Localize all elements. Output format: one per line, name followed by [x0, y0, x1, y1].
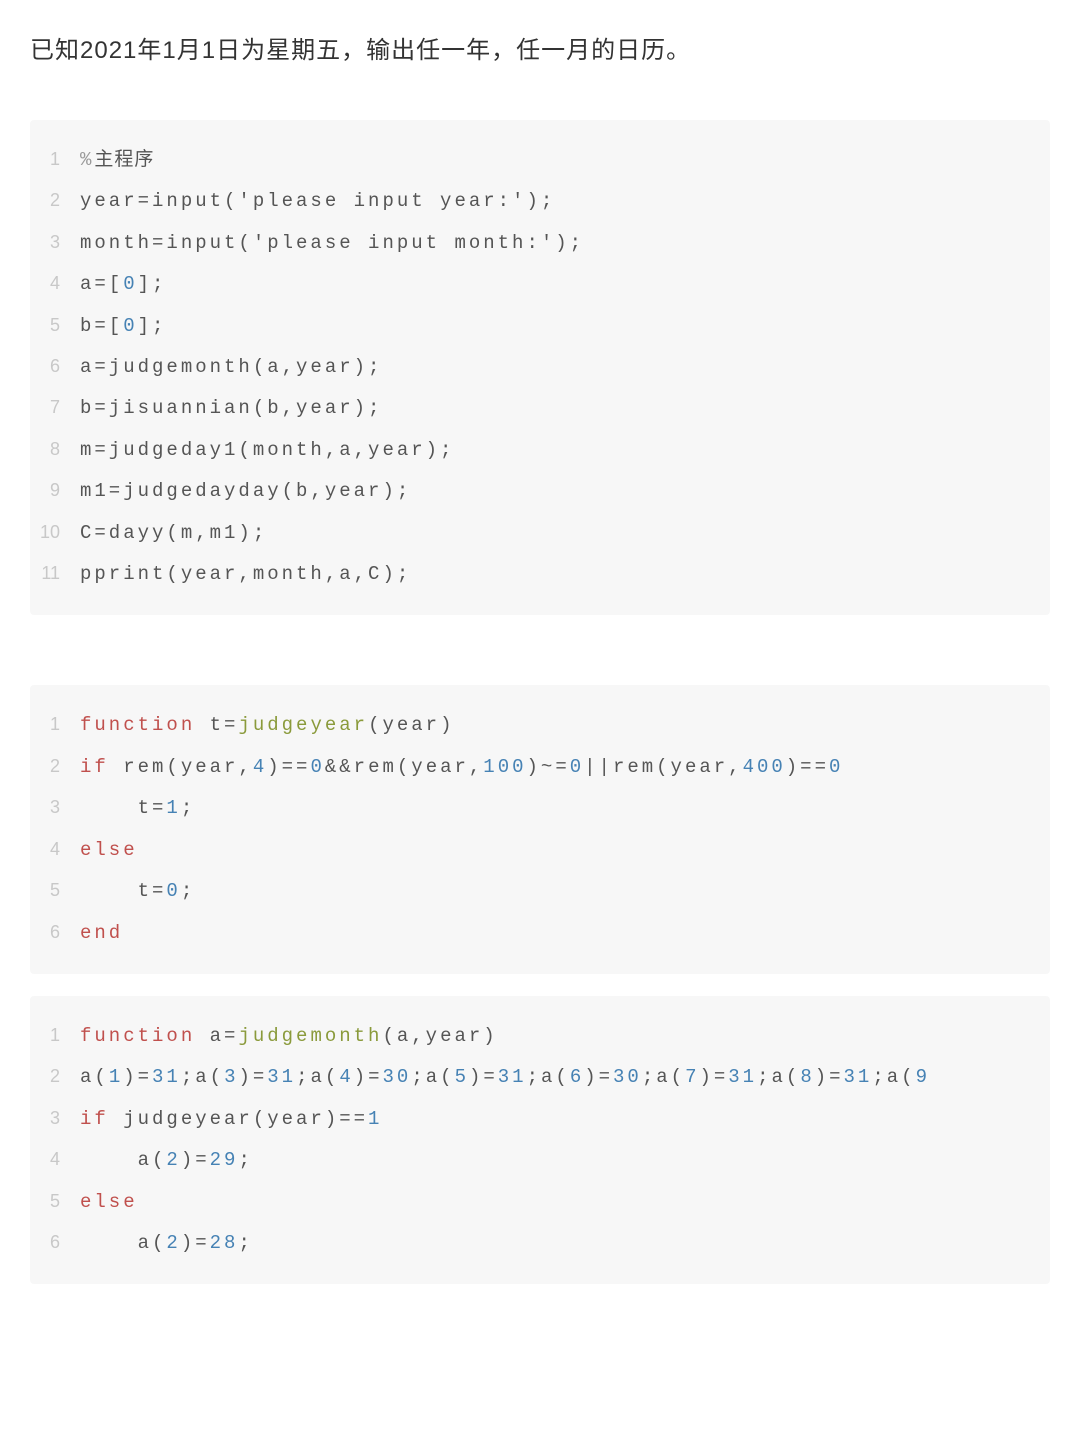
code: b=[0];: [80, 306, 166, 347]
code-line: 3month=input('please input month:');: [30, 223, 1028, 264]
line-number: 6: [30, 1223, 80, 1262]
line-number: 3: [30, 788, 80, 827]
code-line: 1function t=judgeyear(year): [30, 705, 1028, 746]
line-number: 2: [30, 747, 80, 786]
code: function t=judgeyear(year): [80, 705, 454, 746]
code-line: 9m1=judgedayday(b,year);: [30, 471, 1028, 512]
line-number: 9: [30, 471, 80, 510]
code: if judgeyear(year)==1: [80, 1099, 382, 1140]
line-number: 5: [30, 306, 80, 345]
line-number: 5: [30, 1182, 80, 1221]
code-line: 8m=judgeday1(month,a,year);: [30, 430, 1028, 471]
code: t=0;: [80, 871, 195, 912]
code-line: 11pprint(year,month,a,C);: [30, 554, 1028, 595]
code: b=jisuannian(b,year);: [80, 388, 382, 429]
code-line: 2a(1)=31;a(3)=31;a(4)=30;a(5)=31;a(6)=30…: [30, 1057, 1028, 1098]
code: function a=judgemonth(a,year): [80, 1016, 498, 1057]
code-line: 2if rem(year,4)==0&&rem(year,100)~=0||re…: [30, 747, 1028, 788]
code: month=input('please input month:');: [80, 223, 584, 264]
code-line: 5b=[0];: [30, 306, 1028, 347]
code-block-judgeyear: 1function t=judgeyear(year) 2if rem(year…: [30, 685, 1050, 973]
line-number: 10: [30, 513, 80, 552]
code: m=judgeday1(month,a,year);: [80, 430, 454, 471]
code: %主程序: [80, 140, 154, 181]
code: C=dayy(m,m1);: [80, 513, 267, 554]
line-number: 3: [30, 1099, 80, 1138]
code-line: 6 a(2)=28;: [30, 1223, 1028, 1264]
line-number: 2: [30, 1057, 80, 1096]
line-number: 1: [30, 705, 80, 744]
code-line: 6a=judgemonth(a,year);: [30, 347, 1028, 388]
code-line: 5else: [30, 1182, 1028, 1223]
code: a=[0];: [80, 264, 166, 305]
code: else: [80, 830, 138, 871]
line-number: 6: [30, 913, 80, 952]
code-line: 5 t=0;: [30, 871, 1028, 912]
code: m1=judgedayday(b,year);: [80, 471, 411, 512]
code-line: 10C=dayy(m,m1);: [30, 513, 1028, 554]
code-line: 4a=[0];: [30, 264, 1028, 305]
code-line: 3if judgeyear(year)==1: [30, 1099, 1028, 1140]
code-block-judgemonth: 1function a=judgemonth(a,year) 2a(1)=31;…: [30, 996, 1050, 1284]
code-line: 7b=jisuannian(b,year);: [30, 388, 1028, 429]
line-number: 4: [30, 264, 80, 303]
line-number: 1: [30, 1016, 80, 1055]
code: else: [80, 1182, 138, 1223]
code-line: 6end: [30, 913, 1028, 954]
code: if rem(year,4)==0&&rem(year,100)~=0||rem…: [80, 747, 843, 788]
line-number: 11: [30, 554, 80, 593]
code: t=1;: [80, 788, 195, 829]
line-number: 6: [30, 347, 80, 386]
line-number: 5: [30, 871, 80, 910]
code: year=input('please input year:');: [80, 181, 555, 222]
line-number: 7: [30, 388, 80, 427]
code-line: 4else: [30, 830, 1028, 871]
code-line: 3 t=1;: [30, 788, 1028, 829]
line-number: 8: [30, 430, 80, 469]
code: a=judgemonth(a,year);: [80, 347, 382, 388]
line-number: 1: [30, 140, 80, 179]
code-line: 2year=input('please input year:');: [30, 181, 1028, 222]
line-number: 4: [30, 830, 80, 869]
line-number: 2: [30, 181, 80, 220]
code: pprint(year,month,a,C);: [80, 554, 411, 595]
code: end: [80, 913, 123, 954]
code-line: 1%主程序: [30, 140, 1028, 181]
code-line: 1function a=judgemonth(a,year): [30, 1016, 1028, 1057]
code: a(2)=28;: [80, 1223, 253, 1264]
line-number: 4: [30, 1140, 80, 1179]
code: a(2)=29;: [80, 1140, 253, 1181]
page-title: 已知2021年1月1日为星期五，输出任一年，任一月的日历。: [30, 30, 1050, 65]
code-block-main: 1%主程序 2year=input('please input year:');…: [30, 120, 1050, 615]
code-line: 4 a(2)=29;: [30, 1140, 1028, 1181]
line-number: 3: [30, 223, 80, 262]
code: a(1)=31;a(3)=31;a(4)=30;a(5)=31;a(6)=30;…: [80, 1057, 930, 1098]
